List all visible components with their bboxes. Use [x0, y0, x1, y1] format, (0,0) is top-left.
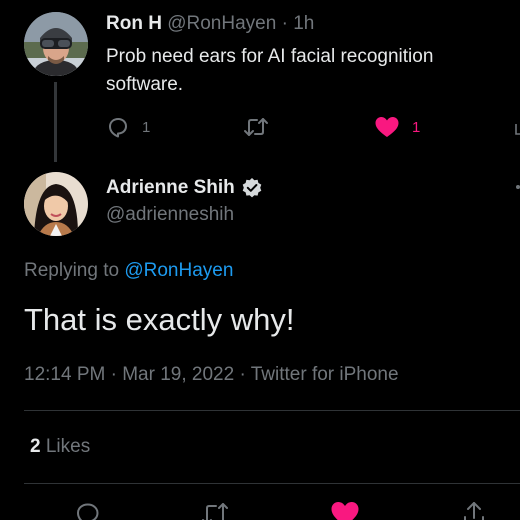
retweet-icon	[200, 500, 230, 520]
share-icon	[460, 500, 488, 520]
parent-reply-button[interactable]: 1	[106, 113, 150, 141]
tweet-timestamp-source[interactable]: 12:14 PM · Mar 19, 2022 · Twitter for iP…	[24, 362, 399, 388]
main-author-name[interactable]: Adrienne Shih	[106, 177, 235, 199]
main-author-handle[interactable]: @adrienneshih	[106, 203, 234, 227]
heart-icon	[374, 115, 400, 139]
replying-to-prefix: Replying to	[24, 260, 120, 281]
parent-reply-count: 1	[142, 118, 151, 136]
main-reply-button[interactable]	[74, 500, 102, 520]
adrienne-avatar[interactable]	[24, 172, 88, 236]
replying-to-line: Replying to @RonHayen	[24, 259, 233, 283]
replying-to-link[interactable]: @RonHayen	[124, 260, 233, 281]
parent-like-count: 1	[412, 118, 421, 136]
more-options-icon[interactable]	[516, 185, 520, 189]
reply-icon	[74, 500, 102, 520]
header-separator: ·	[281, 13, 288, 34]
divider-top	[24, 410, 520, 411]
main-tweet-actions	[0, 500, 520, 520]
main-share-button[interactable]	[460, 500, 488, 520]
parent-author-name[interactable]: Ron H	[106, 13, 162, 34]
thread-connector-line	[54, 82, 57, 162]
parent-tweet-time[interactable]: 1h	[293, 13, 314, 34]
tweet-thread: Ron H @RonHayen · 1h Prob need ears for …	[0, 0, 520, 520]
main-like-button[interactable]	[330, 500, 360, 520]
parent-share-icon-partial[interactable]	[514, 122, 520, 136]
ron-avatar[interactable]	[24, 12, 88, 76]
parent-retweet-button[interactable]	[243, 113, 269, 141]
divider-bottom	[24, 483, 520, 484]
parent-like-button[interactable]: 1	[374, 113, 420, 141]
main-author-name-row[interactable]: Adrienne Shih	[106, 175, 263, 201]
parent-tweet-text: Prob need ears for AI facial recognition…	[106, 46, 434, 95]
verified-badge-icon	[241, 177, 263, 199]
main-tweet-text: That is exactly why!	[24, 302, 295, 337]
likes-label: Likes	[45, 436, 91, 457]
retweet-icon	[243, 115, 269, 139]
heart-icon	[330, 500, 360, 520]
likes-stat[interactable]: 2 Likes	[30, 434, 90, 460]
reply-icon	[106, 115, 130, 139]
parent-author-handle[interactable]: @RonHayen	[167, 13, 276, 34]
parent-tweet-header: Ron H @RonHayen · 1h	[106, 12, 314, 36]
main-retweet-button[interactable]	[200, 500, 230, 520]
likes-count: 2	[30, 436, 41, 457]
